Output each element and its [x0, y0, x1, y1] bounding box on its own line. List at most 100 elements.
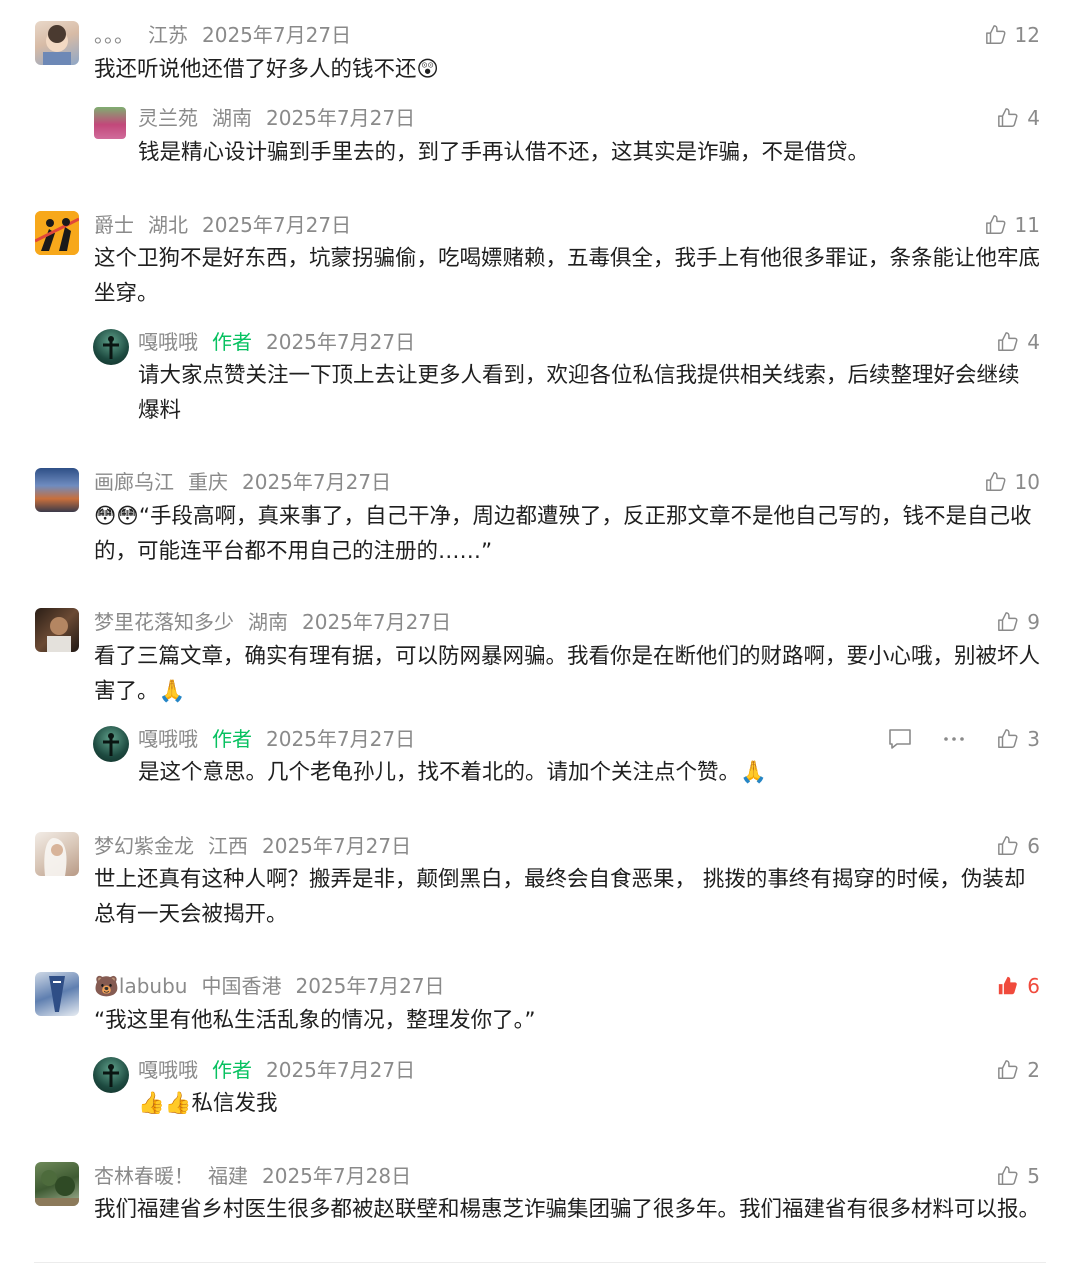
avatar[interactable]: [93, 1057, 129, 1093]
comment-meta: 爵士 湖北 2025年7月27日: [94, 211, 365, 239]
comment-text: 我们福建省乡村医生很多都被赵联壁和楊惠芝诈骗集团骗了很多年。我们福建省有很多材料…: [94, 1197, 1041, 1222]
avatar[interactable]: [94, 107, 126, 139]
like-count: 9: [1027, 610, 1040, 634]
location: 湖南: [248, 610, 288, 634]
date: 2025年7月27日: [202, 23, 352, 47]
thumbs-up-icon: [985, 472, 1006, 491]
username[interactable]: 杏林春暖！: [94, 1164, 194, 1188]
location: 重庆: [188, 470, 228, 494]
username[interactable]: 梦里花落知多少: [94, 610, 234, 634]
comment-meta: 。。。 江苏 2025年7月27日: [94, 21, 365, 49]
comment-meta: 杏林春暖！ 福建 2025年7月28日: [94, 1162, 425, 1190]
like-count: 11: [1014, 213, 1040, 237]
comment-text: “我这里有他私生活乱象的情况，整理发你了。”: [94, 1008, 536, 1033]
comment-meta: 梦幻紫金龙 江西 2025年7月27日: [94, 832, 425, 860]
like-count: 4: [1027, 106, 1040, 130]
date: 2025年7月27日: [266, 330, 416, 354]
location: 中国香港: [201, 974, 282, 998]
like-button[interactable]: 6: [997, 972, 1040, 1000]
like-button[interactable]: 3: [997, 725, 1040, 753]
like-button[interactable]: 11: [985, 211, 1040, 239]
like-count: 4: [1027, 330, 1040, 354]
avatar[interactable]: [35, 972, 79, 1016]
like-count: 5: [1027, 1164, 1040, 1188]
avatar[interactable]: [35, 832, 79, 876]
username[interactable]: 梦幻紫金龙: [94, 834, 194, 858]
comment-text: 我还听说他还借了好多人的钱不还😲: [94, 57, 439, 82]
comment-text: 请大家点赞关注一下顶上去让更多人看到，欢迎各位私信我提供相关线索，后续整理好会继…: [138, 363, 1020, 423]
comment-actions: [888, 727, 966, 751]
username[interactable]: 嘎哦哦: [138, 727, 198, 751]
like-button[interactable]: 6: [997, 832, 1040, 860]
like-button[interactable]: 4: [997, 104, 1040, 132]
thumbs-up-icon: [998, 612, 1018, 631]
date: 2025年7月27日: [266, 1058, 416, 1082]
comment-meta: 嘎哦哦 作者 2025年7月27日: [138, 725, 429, 753]
thumbs-up-icon: [998, 729, 1018, 748]
comment-text: 看了三篇文章，确实有理有据，可以防网暴网骗。我看你是在断他们的财路啊，要小心哦，…: [94, 644, 1041, 704]
avatar[interactable]: [35, 608, 79, 652]
like-button[interactable]: 5: [997, 1162, 1040, 1190]
thumbs-up-icon: [998, 332, 1018, 351]
date: 2025年7月27日: [302, 610, 452, 634]
username[interactable]: 爵士: [94, 213, 134, 237]
like-button[interactable]: 2: [997, 1056, 1040, 1084]
date: 2025年7月27日: [295, 974, 445, 998]
like-button[interactable]: 12: [985, 21, 1040, 49]
more-options-icon[interactable]: [942, 727, 966, 751]
comment-meta: 🐻labubu 中国香港 2025年7月27日: [94, 972, 459, 1000]
divider: [34, 1262, 1046, 1263]
thumbs-up-icon: [998, 1060, 1018, 1079]
thumbs-up-icon: [985, 215, 1006, 234]
username[interactable]: 。。。: [94, 23, 134, 47]
comment-text: 世上还真有这种人啊？搬弄是非，颠倒黑白，最终会自食恶果， 挑拨的事终有揭穿的时候…: [94, 867, 1026, 927]
author-badge: 作者: [212, 727, 252, 751]
username[interactable]: 嘎哦哦: [138, 330, 198, 354]
avatar[interactable]: [35, 21, 79, 65]
username[interactable]: 画廊乌江: [94, 470, 174, 494]
comment-text: 👍👍私信发我: [138, 1091, 278, 1116]
like-count: 10: [1014, 470, 1040, 494]
date: 2025年7月27日: [202, 213, 352, 237]
comment-meta: 画廊乌江 重庆 2025年7月27日: [94, 468, 405, 496]
avatar[interactable]: [93, 329, 129, 365]
comment-text: 😳😳“手段高啊，真来事了，自己干净，周边都遭殃了，反正那文章不是他自己写的，钱不…: [94, 504, 1032, 564]
comment-text: 这个卫狗不是好东西，坑蒙拐骗偷，吃喝嫖赌赖，五毒俱全，我手上有他很多罪证，条条能…: [94, 246, 1041, 306]
like-button[interactable]: 4: [997, 328, 1040, 356]
like-button[interactable]: 9: [997, 608, 1040, 636]
like-count: 2: [1027, 1058, 1040, 1082]
location: 福建: [208, 1164, 248, 1188]
comment-text: 钱是精心设计骗到手里去的，到了手再认借不还，这其实是诈骗，不是借贷。: [138, 140, 870, 165]
username[interactable]: 🐻labubu: [94, 974, 187, 998]
avatar[interactable]: [93, 726, 129, 762]
date: 2025年7月27日: [242, 470, 392, 494]
username[interactable]: 嘎哦哦: [138, 1058, 198, 1082]
location: 湖北: [148, 213, 188, 237]
thumbs-up-icon: [985, 25, 1006, 44]
date: 2025年7月28日: [262, 1164, 412, 1188]
comment-meta: 嘎哦哦 作者 2025年7月27日: [138, 1056, 429, 1084]
author-badge: 作者: [212, 1058, 252, 1082]
like-count: 3: [1027, 727, 1040, 751]
thumbs-up-filled-icon: [999, 976, 1018, 995]
like-count: 6: [1027, 974, 1040, 998]
author-badge: 作者: [212, 330, 252, 354]
avatar[interactable]: [35, 1162, 79, 1206]
location: 湖南: [212, 106, 252, 130]
comment-text: 是这个意思。几个老龟孙儿，找不着北的。请加个关注点个赞。🙏: [138, 760, 767, 785]
avatar[interactable]: [35, 211, 79, 255]
thumbs-up-icon: [998, 1166, 1018, 1185]
comment-meta: 梦里花落知多少 湖南 2025年7月27日: [94, 608, 465, 636]
date: 2025年7月27日: [266, 106, 416, 130]
location: 江苏: [148, 23, 188, 47]
avatar[interactable]: [35, 468, 79, 512]
thumbs-up-icon: [998, 836, 1018, 855]
username[interactable]: 灵兰苑: [138, 106, 198, 130]
location: 江西: [208, 834, 248, 858]
comment-meta: 灵兰苑 湖南 2025年7月27日: [138, 104, 429, 132]
like-button[interactable]: 10: [985, 468, 1040, 496]
comment-meta: 嘎哦哦 作者 2025年7月27日: [138, 328, 429, 356]
reply-comment-icon[interactable]: [888, 727, 912, 751]
thumbs-up-icon: [998, 108, 1018, 127]
like-count: 12: [1014, 23, 1040, 47]
